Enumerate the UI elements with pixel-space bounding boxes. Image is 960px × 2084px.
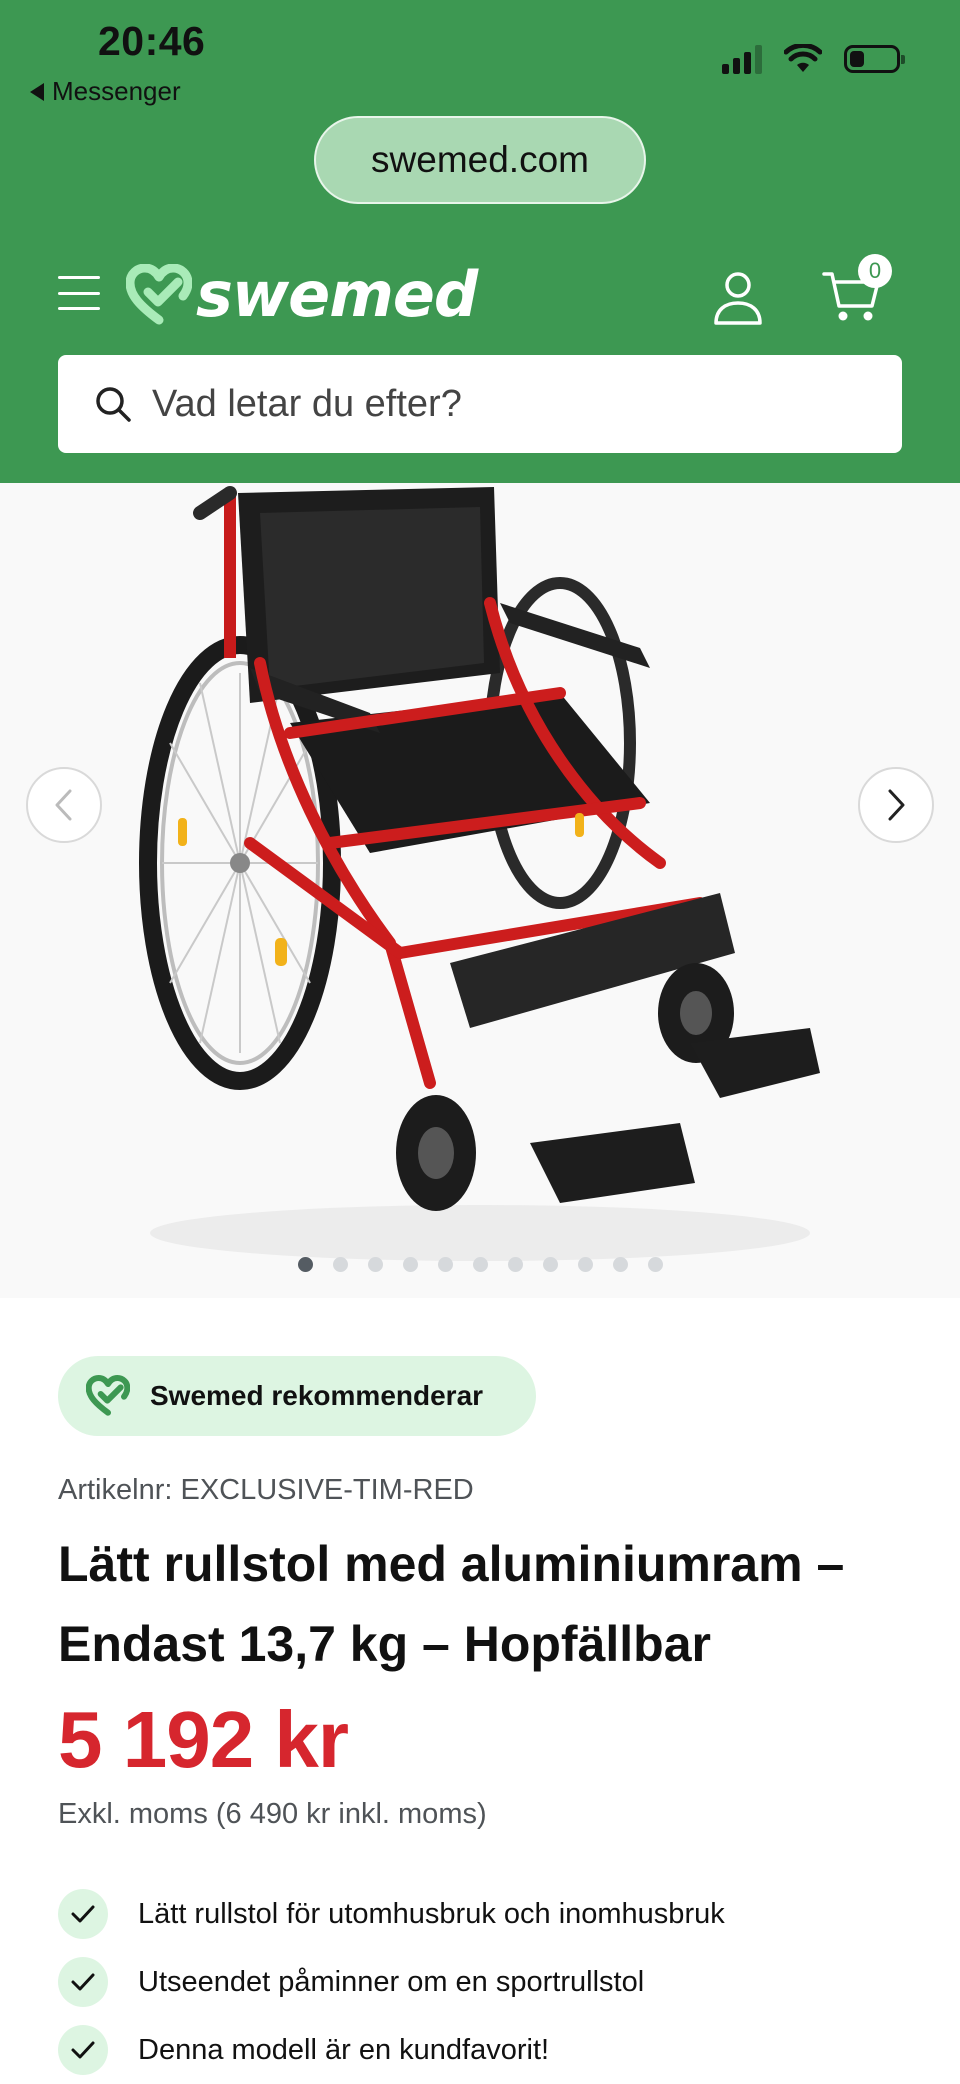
gallery-dot[interactable] <box>472 1257 488 1272</box>
back-arrow-icon <box>30 82 44 101</box>
status-time: 20:46 <box>98 18 206 64</box>
chevron-right-icon <box>888 789 905 821</box>
usp-text: Lätt rullstol för utomhusbruk och inomhu… <box>138 1897 725 1930</box>
gallery-dot[interactable] <box>507 1257 523 1272</box>
gallery-dot[interactable] <box>367 1257 383 1272</box>
gallery-dot[interactable] <box>437 1257 453 1272</box>
gallery-next-button[interactable] <box>858 767 934 843</box>
usp-item: Denna modell är en kundfavorit! <box>58 2016 938 2084</box>
usp-text: Utseendet påminner om en sportrullstol <box>138 1965 645 1998</box>
heart-check-icon <box>86 1375 130 1416</box>
gallery-dot[interactable] <box>402 1257 418 1272</box>
search-input[interactable] <box>150 381 874 427</box>
wifi-icon <box>784 44 822 72</box>
heart-check-logo-icon <box>126 263 192 324</box>
usp-item: Utseendet påminner om en sportrullstol <box>58 1948 938 2016</box>
gallery-dot[interactable] <box>577 1257 593 1272</box>
usp-item: Lätt rullstol för utomhusbruk och inomhu… <box>58 1880 938 1948</box>
browser-url-bar[interactable]: swemed.com <box>314 116 646 204</box>
cellular-signal-icon <box>722 44 762 74</box>
gallery-dot[interactable] <box>332 1257 348 1272</box>
product-image <box>139 486 820 1261</box>
back-to-app-link[interactable]: Messenger <box>30 76 181 107</box>
menu-icon[interactable] <box>58 276 100 310</box>
status-icons <box>722 44 905 74</box>
swemed-logo[interactable]: swemed <box>126 258 478 331</box>
site-header: 20:46 Messenger swemed.com swemed 0 <box>0 0 960 483</box>
check-icon <box>58 1957 108 2007</box>
usp-text: Denna modell är en kundfavorit! <box>138 2033 550 2066</box>
battery-icon <box>844 45 905 73</box>
recommended-badge-label: Swemed rekommenderar <box>150 1380 484 1411</box>
gallery-prev-button[interactable] <box>26 767 102 843</box>
back-app-label: Messenger <box>52 76 181 106</box>
gallery-dot[interactable] <box>297 1257 313 1272</box>
gallery-pagination-dots <box>0 1257 960 1272</box>
product-title: Lätt rullstol med aluminiumram – Endast … <box>58 1536 845 1672</box>
gallery-dot[interactable] <box>612 1257 628 1272</box>
check-icon <box>58 1889 108 1939</box>
logo-text: swemed <box>196 258 478 331</box>
check-icon <box>58 2025 108 2075</box>
article-number: Artikelnr: EXCLUSIVE-TIM-RED <box>58 1474 474 1506</box>
cart-count-badge[interactable]: 0 <box>858 254 892 288</box>
product-image-gallery[interactable] <box>0 483 960 1298</box>
product-usp-list: Lätt rullstol för utomhusbruk och inomhu… <box>58 1880 938 2084</box>
recommended-badge: Swemed rekommenderar <box>58 1356 536 1436</box>
account-icon[interactable] <box>712 270 764 326</box>
search-bar[interactable] <box>58 355 902 453</box>
search-icon <box>96 387 131 422</box>
gallery-dot[interactable] <box>647 1257 663 1272</box>
vat-note: Exkl. moms (6 490 kr inkl. moms) <box>58 1798 487 1830</box>
product-price: 5 192 kr <box>58 1695 349 1784</box>
gallery-dot[interactable] <box>542 1257 558 1272</box>
chevron-left-icon <box>55 789 72 821</box>
